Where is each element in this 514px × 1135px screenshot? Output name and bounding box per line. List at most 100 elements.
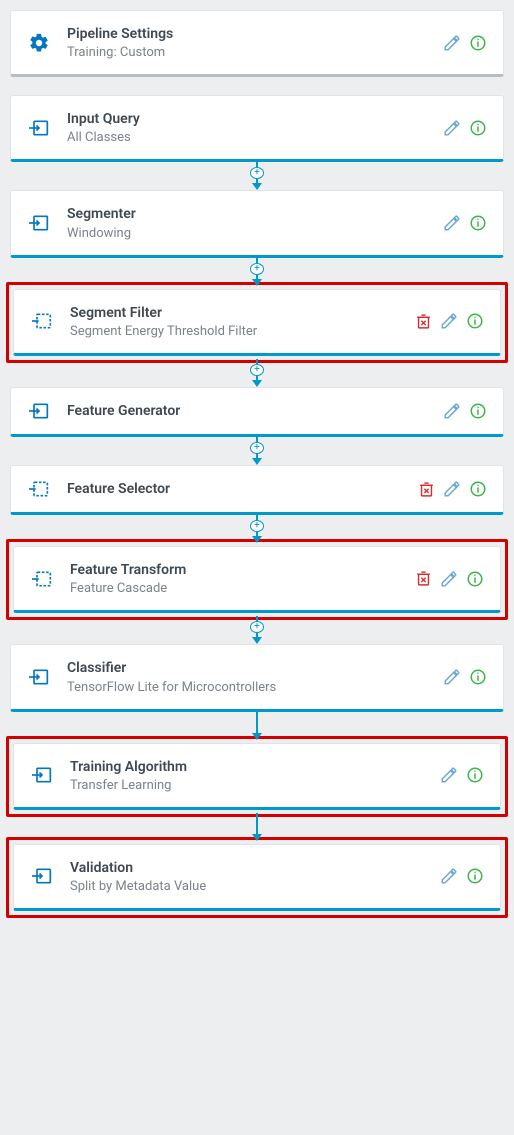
add-step-connector[interactable]: + [10,162,504,190]
info-icon[interactable] [466,570,484,588]
add-step-connector[interactable]: + [10,437,504,465]
step-title: Segment Filter [70,304,415,322]
pipeline-step-card[interactable]: ClassifierTensorFlow Lite for Microcontr… [10,644,504,711]
step-text: Segment Filter Segment Energy Threshold F… [70,304,415,339]
step-subtitle: Segment Energy Threshold Filter [70,324,415,339]
step-text: ClassifierTensorFlow Lite for Microcontr… [67,659,443,694]
step-text: Feature Transform Feature Cascade [70,561,415,596]
info-icon[interactable] [469,402,487,420]
step-wrapper: Feature Transform Feature Cascade [6,539,508,620]
step-text: Training Algorithm Transfer Learning [70,758,440,793]
edit-icon[interactable] [443,480,461,498]
step-title: Feature Transform [70,561,415,579]
filter-box-icon [29,480,49,498]
plus-icon[interactable]: + [250,167,264,179]
step-actions [415,570,484,588]
edit-icon[interactable] [440,867,458,885]
step-icon-box [25,32,53,54]
step-text: Feature Selector [67,480,418,498]
step-title: Segmenter [67,205,443,223]
pipeline-step-card[interactable]: Feature Transform Feature Cascade [13,546,501,613]
input-arrow-icon [29,119,49,137]
step-title: Input Query [67,110,443,128]
edit-icon[interactable] [443,402,461,420]
step-subtitle: Transfer Learning [70,778,440,793]
edit-icon[interactable] [443,119,461,137]
step-title: Pipeline Settings [67,25,443,43]
step-icon-box [25,119,53,137]
step-actions [443,119,487,137]
add-step-connector[interactable]: + [10,258,504,286]
input-arrow-icon [32,766,52,784]
info-icon[interactable] [466,312,484,330]
step-actions [418,480,487,498]
plus-icon[interactable]: + [250,621,264,633]
pipeline-step-card[interactable]: Training Algorithm Transfer Learning [13,743,501,810]
step-subtitle: TensorFlow Lite for Microcontrollers [67,680,443,695]
step-actions [415,312,484,330]
step-actions [443,668,487,686]
pipeline-step-card[interactable]: ValidationSplit by Metadata Value [13,844,501,911]
plus-icon[interactable]: + [250,364,264,376]
pipeline-step-card[interactable]: Segment Filter Segment Energy Threshold F… [13,289,501,356]
add-step-connector[interactable]: + [10,359,504,387]
info-icon[interactable] [469,480,487,498]
step-wrapper: ClassifierTensorFlow Lite for Microcontr… [10,644,504,711]
add-step-connector[interactable]: + [10,515,504,543]
step-title: Feature Generator [67,402,443,420]
pipeline-step-card[interactable]: Pipeline SettingsTraining: Custom [10,10,504,77]
step-wrapper: SegmenterWindowing [10,190,504,257]
plus-icon[interactable]: + [250,520,264,532]
add-step-connector[interactable]: + [10,616,504,644]
step-icon-box [25,402,53,420]
edit-icon[interactable] [443,34,461,52]
pipeline-step-card[interactable]: SegmenterWindowing [10,190,504,257]
info-icon[interactable] [469,668,487,686]
flow-connector: + [10,712,504,740]
plus-icon[interactable]: + [250,263,264,275]
step-text: Pipeline SettingsTraining: Custom [67,25,443,60]
step-actions [440,867,484,885]
edit-icon[interactable] [440,766,458,784]
step-subtitle: Feature Cascade [70,581,415,596]
info-icon[interactable] [466,766,484,784]
pipeline-step-card[interactable]: Input Query All Classes [10,95,504,162]
step-text: SegmenterWindowing [67,205,443,240]
edit-icon[interactable] [440,570,458,588]
edit-icon[interactable] [440,312,458,330]
filter-box-icon [32,570,52,588]
delete-icon[interactable] [415,313,432,330]
step-text: Feature Generator [67,402,443,420]
step-text: ValidationSplit by Metadata Value [70,859,440,894]
input-arrow-icon [32,867,52,885]
flow-connector: + [10,813,504,841]
step-wrapper: Training Algorithm Transfer Learning [6,736,508,817]
step-subtitle: All Classes [67,130,443,145]
delete-icon[interactable] [415,570,432,587]
input-arrow-icon [29,668,49,686]
step-actions [443,402,487,420]
step-icon-box [25,214,53,232]
input-arrow-icon [29,402,49,420]
info-icon[interactable] [469,34,487,52]
pipeline-step-card[interactable]: Feature Generator [10,387,504,437]
input-arrow-icon [29,214,49,232]
step-wrapper: Segment Filter Segment Energy Threshold F… [6,282,508,363]
info-icon[interactable] [469,119,487,137]
delete-icon[interactable] [418,481,435,498]
info-icon[interactable] [466,867,484,885]
step-icon-box [25,668,53,686]
step-wrapper: Pipeline SettingsTraining: Custom [10,10,504,77]
step-icon-box [28,312,56,330]
info-icon[interactable] [469,214,487,232]
step-title: Feature Selector [67,480,418,498]
step-subtitle: Split by Metadata Value [70,879,440,894]
edit-icon[interactable] [443,214,461,232]
step-wrapper: ValidationSplit by Metadata Value [6,837,508,918]
edit-icon[interactable] [443,668,461,686]
step-title: Training Algorithm [70,758,440,776]
plus-icon[interactable]: + [250,442,264,454]
step-text: Input Query All Classes [67,110,443,145]
pipeline-step-card[interactable]: Feature Selector [10,465,504,515]
step-wrapper: Input Query All Classes [10,95,504,162]
